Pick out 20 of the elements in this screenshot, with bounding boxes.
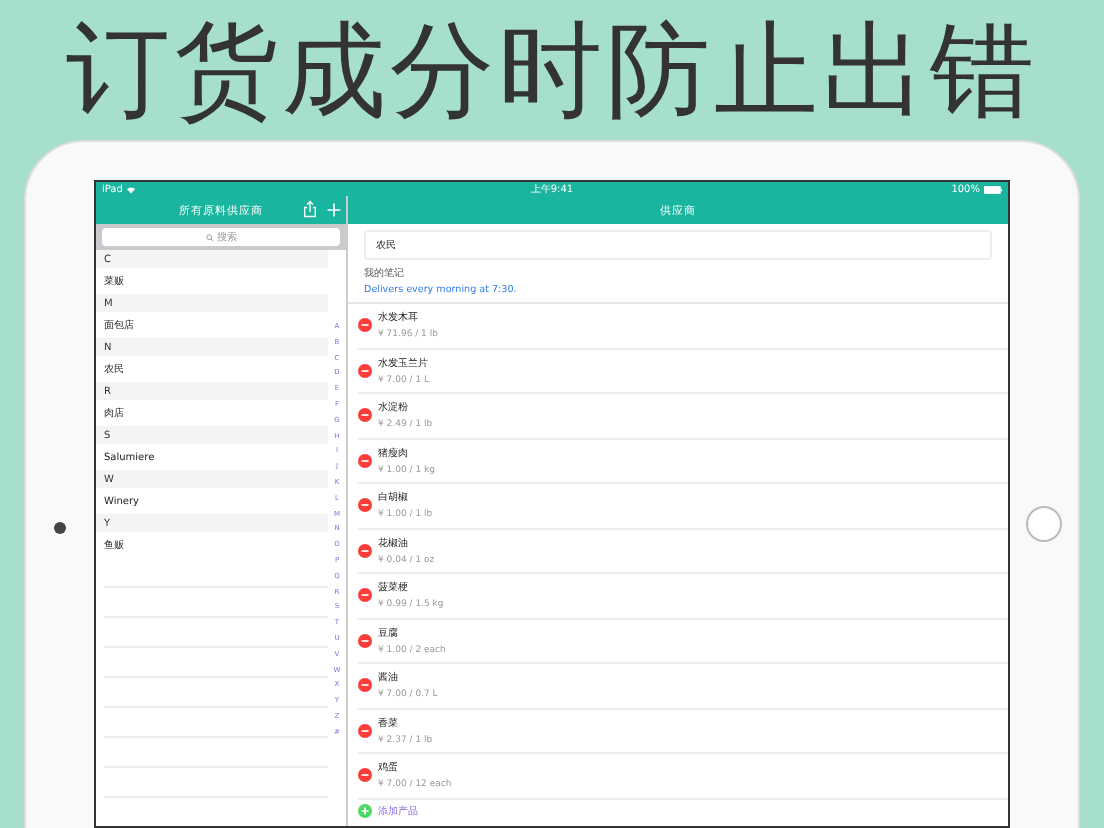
- remove-icon[interactable]: [358, 363, 372, 378]
- remove-icon[interactable]: [358, 633, 372, 648]
- wifi-icon: [126, 185, 137, 193]
- add-icon: [358, 803, 372, 817]
- remove-icon[interactable]: [358, 543, 372, 558]
- remove-icon[interactable]: [358, 453, 372, 468]
- remove-icon[interactable]: [358, 498, 372, 513]
- remove-icon[interactable]: [358, 408, 372, 423]
- headline: 订货成分时防止出错: [64, 10, 1040, 136]
- remove-icon[interactable]: [358, 678, 372, 693]
- battery-icon: [983, 185, 1002, 193]
- remove-icon[interactable]: [358, 318, 372, 333]
- remove-icon[interactable]: [358, 723, 372, 738]
- share-icon[interactable]: [302, 200, 318, 218]
- search-icon: [205, 233, 213, 241]
- remove-icon[interactable]: [358, 768, 372, 783]
- camera-dot: [54, 522, 66, 534]
- add-icon[interactable]: [326, 202, 342, 218]
- home-button[interactable]: [1026, 506, 1062, 542]
- remove-icon[interactable]: [358, 588, 372, 603]
